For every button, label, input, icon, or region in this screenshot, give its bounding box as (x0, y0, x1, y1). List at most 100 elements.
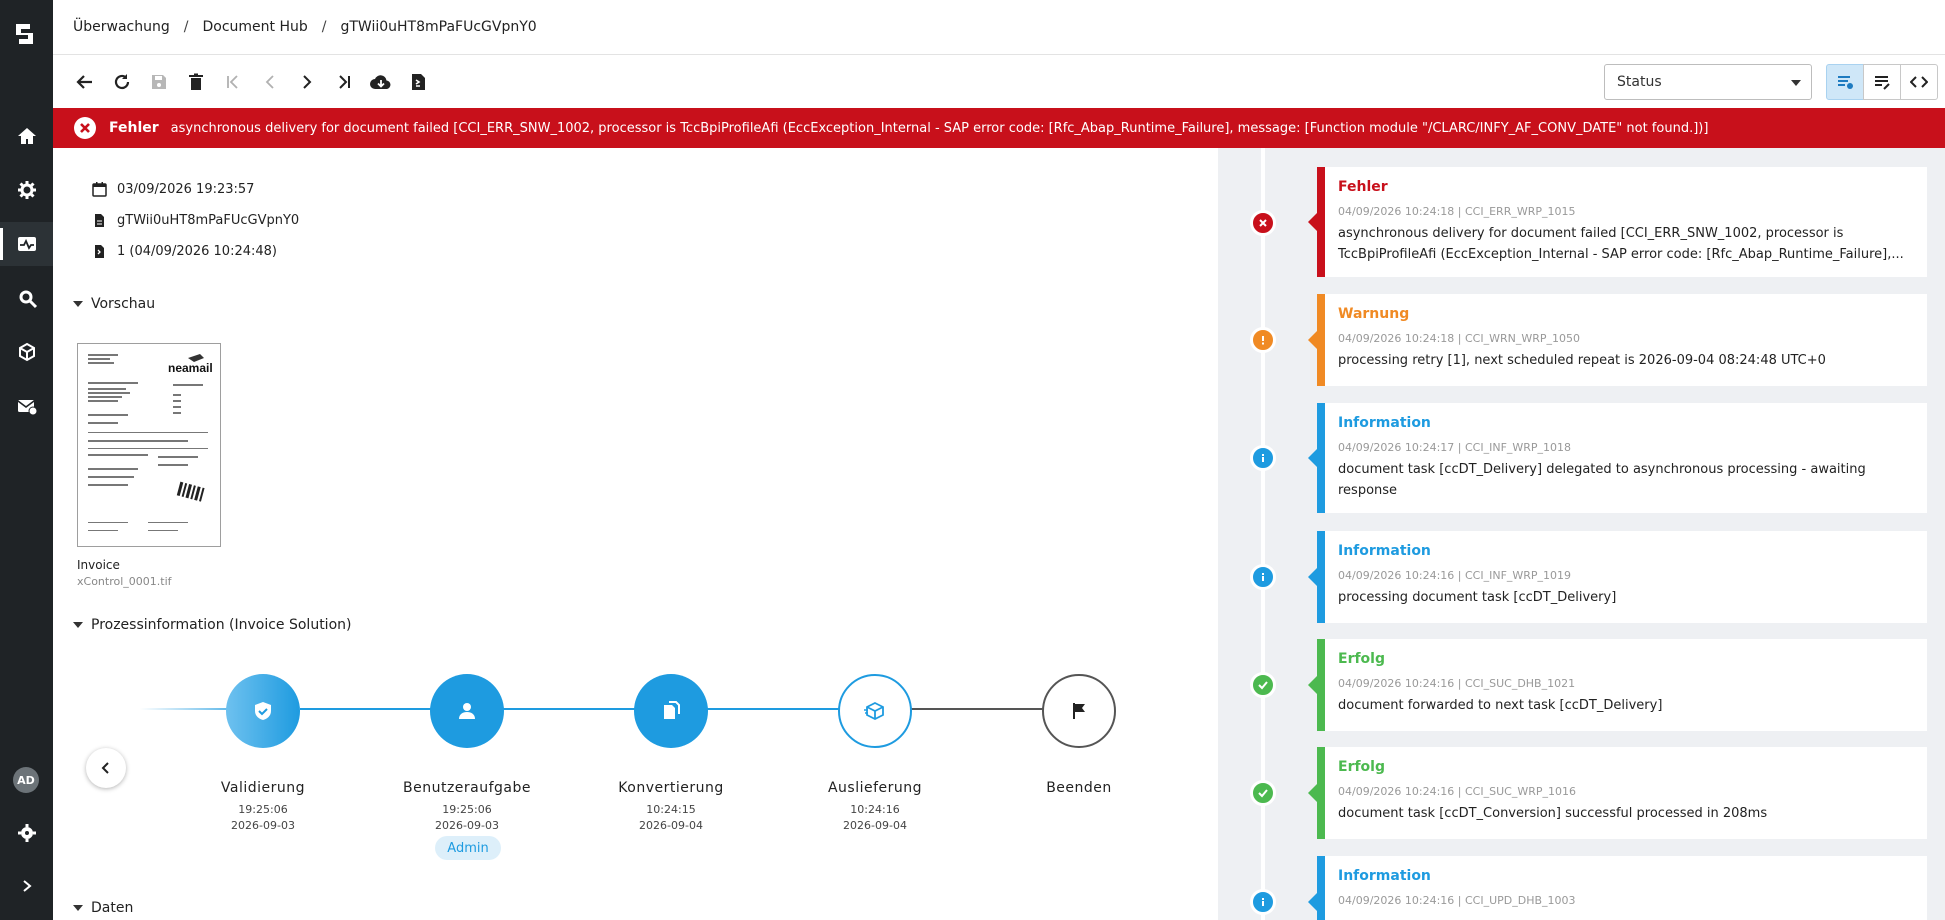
view-timeline-button[interactable] (1826, 64, 1864, 100)
flag-icon (1073, 703, 1085, 719)
nav-preferences-gear-icon[interactable] (0, 811, 53, 855)
step-label-end: Beenden (1046, 780, 1112, 796)
user-icon (459, 703, 475, 719)
expand-chevron-icon[interactable] (0, 864, 53, 908)
log-entry[interactable]: Fehler 04/09/2026 10:24:18 | CCI_ERR_WRP… (1308, 167, 1927, 277)
nav-home-icon[interactable] (0, 114, 53, 158)
log-entry-title: Erfolg (1338, 651, 1385, 667)
last-page-icon[interactable] (329, 68, 358, 97)
warning-dot-icon (1250, 327, 1276, 353)
process-step-user-task[interactable] (430, 674, 504, 748)
breadcrumb-item-document-hub[interactable]: Document Hub (202, 19, 307, 35)
document-icon (95, 214, 104, 227)
event-log-panel: Fehler 04/09/2026 10:24:18 | CCI_ERR_WRP… (1218, 148, 1945, 920)
view-list-edit-button[interactable] (1863, 64, 1901, 100)
refresh-icon[interactable] (107, 68, 136, 97)
step-date-delivery: 2026-09-04 (843, 819, 907, 832)
step-date-user-task: 2026-09-03 (435, 819, 499, 832)
box-delivery-icon (864, 701, 884, 721)
shield-check-icon (255, 702, 271, 720)
process-step-conversion[interactable] (634, 674, 708, 748)
previous-icon[interactable] (255, 68, 284, 97)
log-entry-title: Fehler (1338, 179, 1388, 195)
process-scroll-left-button[interactable] (86, 748, 126, 788)
step-time-delivery: 10:24:16 (850, 803, 900, 816)
meta-version-row: 1 (04/09/2026 10:24:48) (92, 244, 277, 259)
nav-mail-icon[interactable] (0, 384, 53, 428)
step-time-validation: 19:25:06 (238, 803, 288, 816)
left-nav-rail: AD (0, 0, 53, 920)
save-icon[interactable] (144, 68, 173, 97)
nav-settings-gear-icon[interactable] (0, 168, 53, 212)
caret-down-icon (73, 905, 83, 911)
cloud-download-icon[interactable] (366, 68, 395, 97)
section-data-header[interactable]: Daten (73, 900, 133, 916)
step-date-validation: 2026-09-03 (231, 819, 295, 832)
error-banner: Fehler asynchronous delivery for documen… (53, 108, 1945, 148)
admin-badge: Admin (435, 836, 501, 860)
process-step-validation[interactable] (226, 674, 300, 748)
log-entry-description: document task [ccDT_Conversion] successf… (1338, 806, 1768, 821)
meta-date: 03/09/2026 19:23:57 (117, 182, 255, 197)
log-entry[interactable]: Information 04/09/2026 10:24:17 | CCI_IN… (1308, 403, 1927, 513)
document-version-icon[interactable] (403, 68, 432, 97)
log-entry[interactable]: Erfolg 04/09/2026 10:24:16 | CCI_SUC_DHB… (1308, 639, 1927, 731)
log-entry-meta: 04/09/2026 10:24:18 | CCI_ERR_WRP_1015 (1338, 205, 1576, 218)
nav-tools-gear-icon[interactable] (0, 276, 53, 320)
user-avatar[interactable]: AD (13, 767, 39, 793)
log-entry[interactable]: Warnung 04/09/2026 10:24:18 | CCI_WRN_WR… (1308, 294, 1927, 386)
log-entry-meta: 04/09/2026 10:24:16 | CCI_INF_WRP_1019 (1338, 569, 1572, 582)
log-entry-meta: 04/09/2026 10:24:16 | CCI_SUC_DHB_1021 (1338, 677, 1576, 690)
chevron-left-icon (101, 762, 109, 774)
first-page-icon[interactable] (218, 68, 247, 97)
error-dot-icon (1250, 210, 1276, 236)
step-label-delivery: Auslieferung (827, 780, 923, 796)
code-icon (1910, 76, 1928, 88)
section-process-header[interactable]: Prozessinformation (Invoice Solution) (73, 617, 351, 633)
log-entry-description: processing retry [1], next scheduled rep… (1338, 353, 1826, 368)
log-entry-title: Information (1338, 543, 1431, 559)
chevron-down-icon (1791, 80, 1801, 86)
process-connector (300, 708, 880, 710)
log-entry-meta: 04/09/2026 10:24:18 | CCI_WRN_WRP_1050 (1338, 332, 1580, 345)
process-step-delivery[interactable] (838, 674, 912, 748)
log-entry-description: asynchronous delivery for document faile… (1338, 226, 1904, 262)
back-arrow-icon[interactable] (70, 68, 99, 97)
caret-down-icon (73, 622, 83, 628)
breadcrumb-item-monitoring[interactable]: Überwachung (73, 19, 170, 35)
log-entry[interactable]: Information 04/09/2026 10:24:16 | CCI_IN… (1308, 531, 1927, 623)
log-entry[interactable]: Erfolg 04/09/2026 10:24:16 | CCI_SUC_WRP… (1308, 747, 1927, 839)
toolbar (70, 67, 432, 97)
log-entry-title: Information (1338, 415, 1431, 431)
caret-down-icon (73, 301, 83, 307)
document-version-icon (95, 245, 104, 258)
breadcrumb-separator: / (321, 19, 327, 35)
meta-date-row: 03/09/2026 19:23:57 (92, 182, 254, 197)
delete-trash-icon[interactable] (181, 68, 210, 97)
list-edit-icon (1875, 76, 1890, 90)
document-thumbnail[interactable]: neamail (77, 343, 221, 547)
section-process-title: Prozessinformation (Invoice Solution) (91, 617, 352, 633)
step-time-conversion: 10:24:15 (646, 803, 696, 816)
log-entry-title: Warnung (1338, 306, 1410, 322)
step-time-user-task: 19:25:06 (442, 803, 492, 816)
next-icon[interactable] (292, 68, 321, 97)
nav-monitoring-icon[interactable] (0, 222, 53, 266)
section-preview-title: Vorschau (91, 296, 156, 312)
log-entry-description: document task [ccDT_Delivery] delegated … (1338, 462, 1866, 498)
breadcrumb: Überwachung / Document Hub / gTWii0uHT8m… (73, 17, 537, 37)
timeline-list-icon (1838, 76, 1853, 89)
section-data-title: Daten (91, 900, 134, 916)
log-entry[interactable]: Information 04/09/2026 10:24:16 | CCI_UP… (1308, 856, 1927, 920)
process-step-end[interactable] (1042, 674, 1116, 748)
status-select[interactable]: Status (1604, 64, 1812, 100)
section-preview-header[interactable]: Vorschau (73, 296, 155, 312)
app-logo-icon[interactable] (13, 21, 39, 47)
view-code-button[interactable] (1900, 64, 1938, 100)
banner-title: Fehler (109, 120, 159, 136)
nav-package-icon[interactable] (0, 330, 53, 374)
log-entry-title: Erfolg (1338, 759, 1385, 775)
breadcrumb-item-current: gTWii0uHT8mPaFUcGVpnY0 (340, 19, 537, 35)
log-entry-meta: 04/09/2026 10:24:16 | CCI_UPD_DHB_1003 (1338, 894, 1576, 907)
info-dot-icon (1250, 445, 1276, 471)
